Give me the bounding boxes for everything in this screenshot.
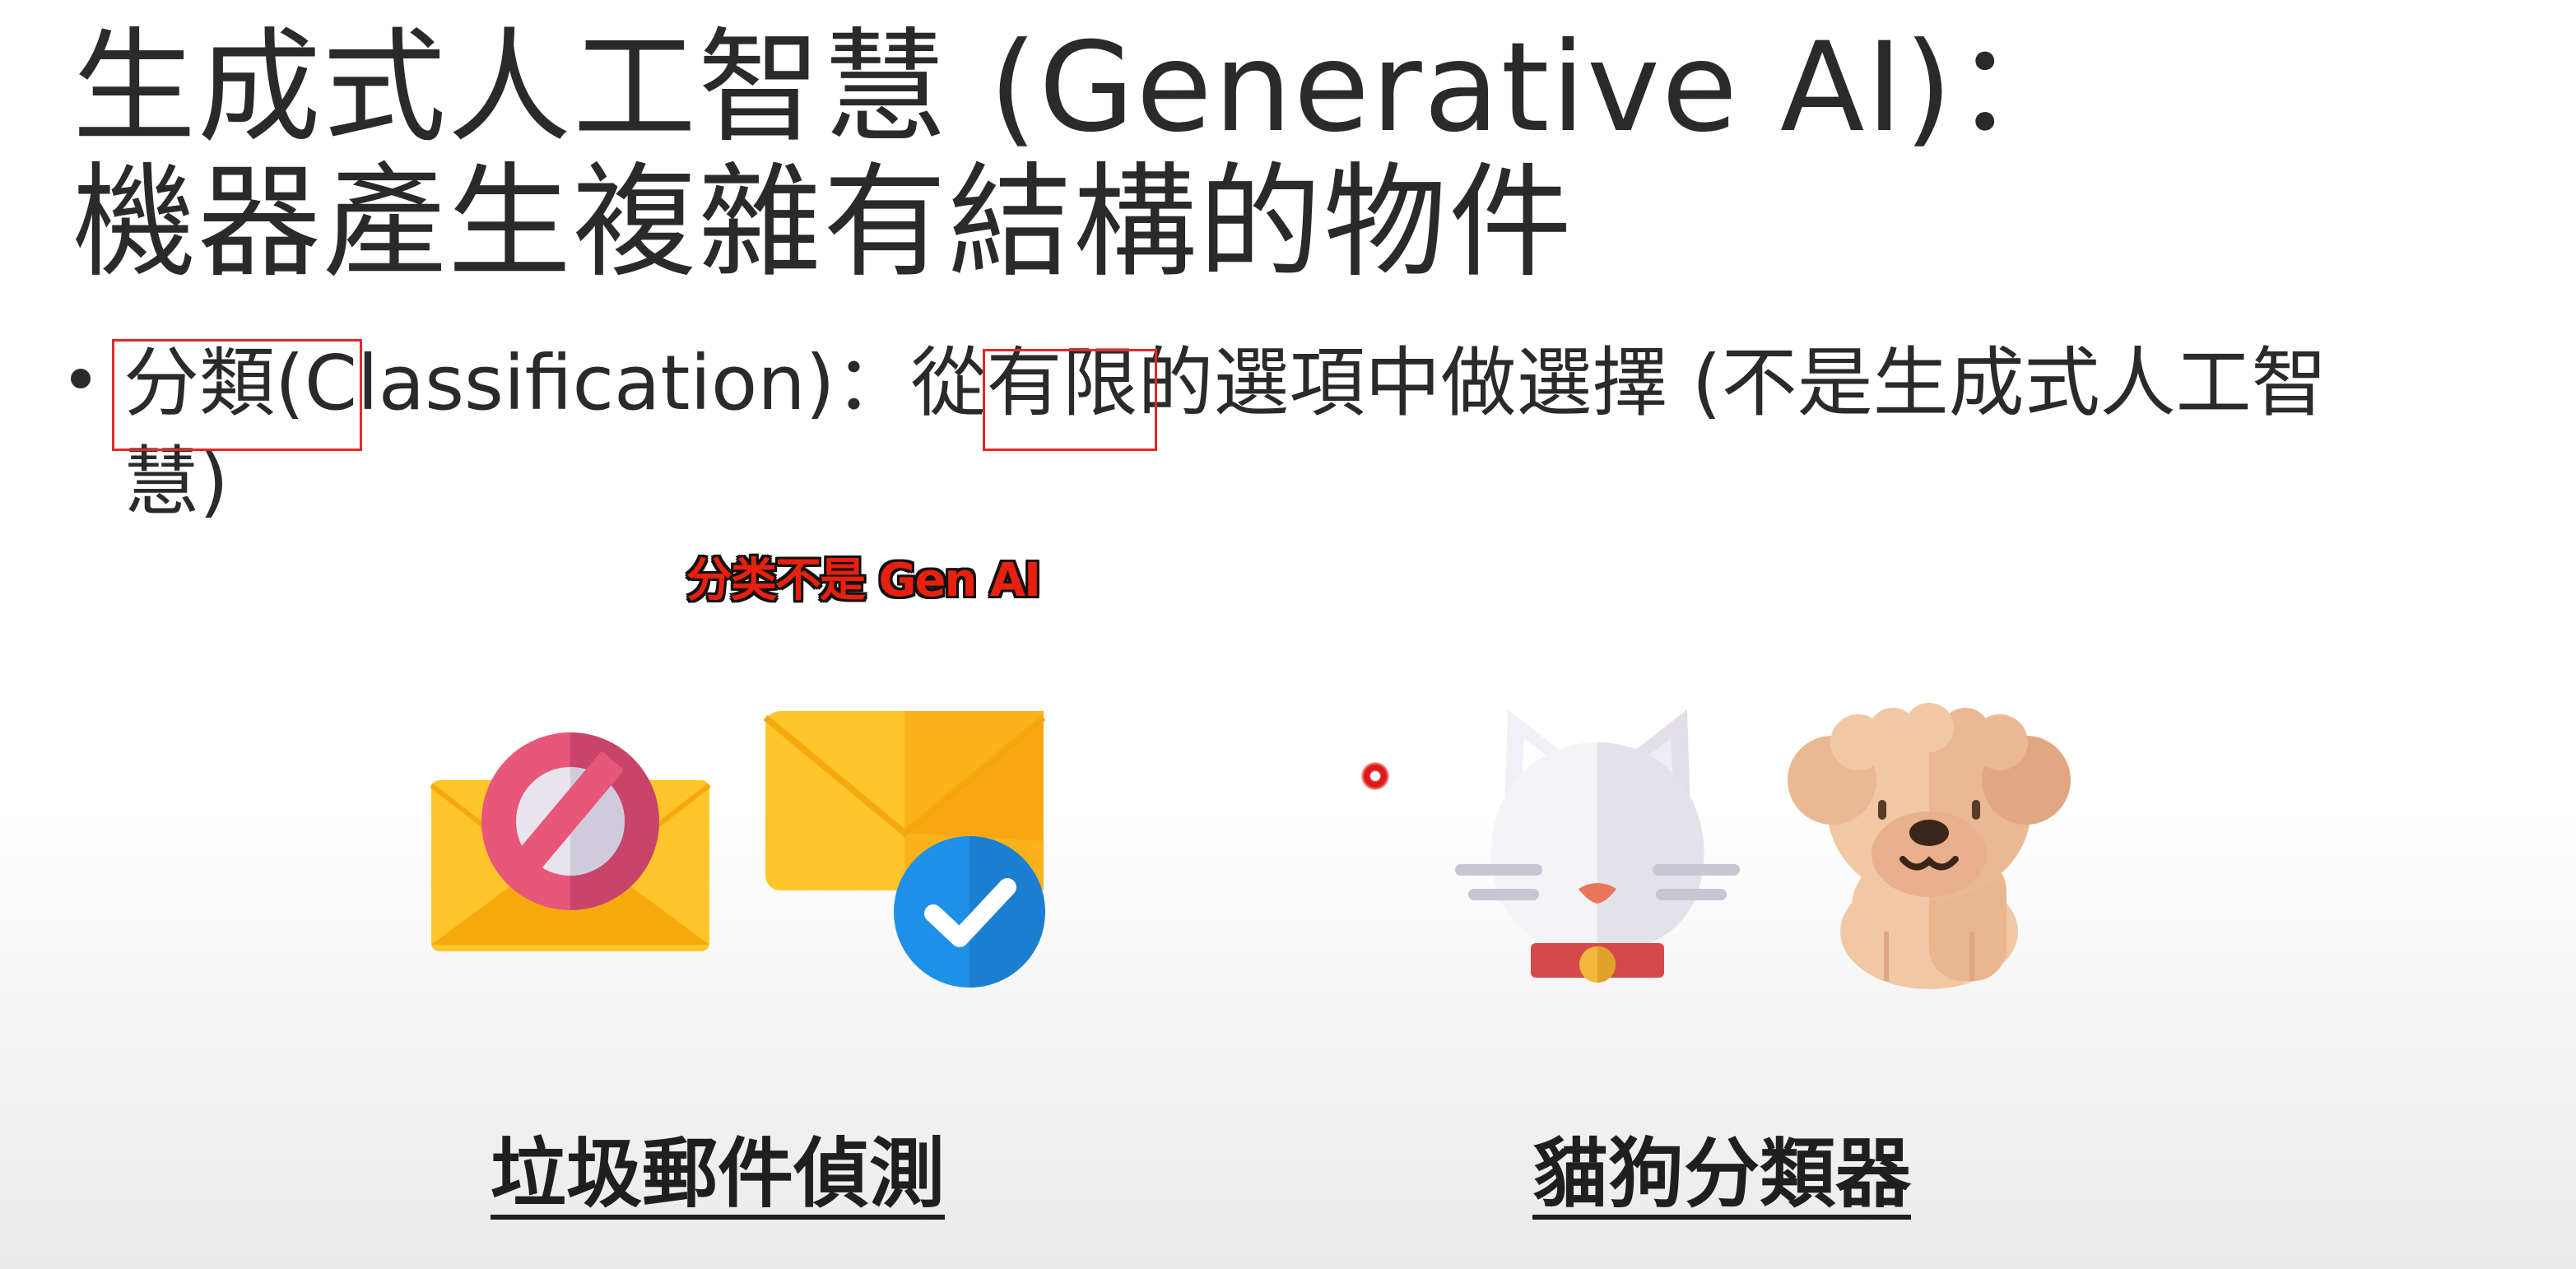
bullet-text-middle: lassification)：從 xyxy=(357,339,987,427)
bullet-dot-icon xyxy=(71,368,91,388)
highlight-box-limited xyxy=(983,349,1157,451)
slide-title-line-1: 生成式人工智慧 (Generative AI)： xyxy=(72,16,2080,160)
slide-title-line-2: 機器產生複雜有結構的物件 xyxy=(72,151,1574,295)
envelope-check-icon xyxy=(763,711,1046,988)
bullet-point: 分類(Classification)：從有限的選項中做選擇 (不是生成式人工智 xyxy=(71,346,2327,421)
annotation-label: 分类不是 Gen AI xyxy=(686,554,1041,607)
highlight-box-classification xyxy=(112,339,362,451)
bullet-text-wrap: 慧) xyxy=(123,438,229,526)
laser-pointer-icon xyxy=(1361,762,1389,790)
slide-frame: 生成式人工智慧 (Generative AI)： 機器產生複雜有結構的物件 分類… xyxy=(0,0,2576,1269)
dog-icon xyxy=(1788,703,2071,989)
cat-icon xyxy=(1455,709,1740,983)
caption-spam-detection: 垃圾郵件偵測 xyxy=(491,1130,946,1218)
bullet-text-rest: 的選項中做選擇 (不是生成式人工智 xyxy=(1137,339,2327,427)
blocked-envelope-icon xyxy=(430,732,711,951)
caption-cat-dog-classifier: 貓狗分類器 xyxy=(1532,1130,1912,1218)
